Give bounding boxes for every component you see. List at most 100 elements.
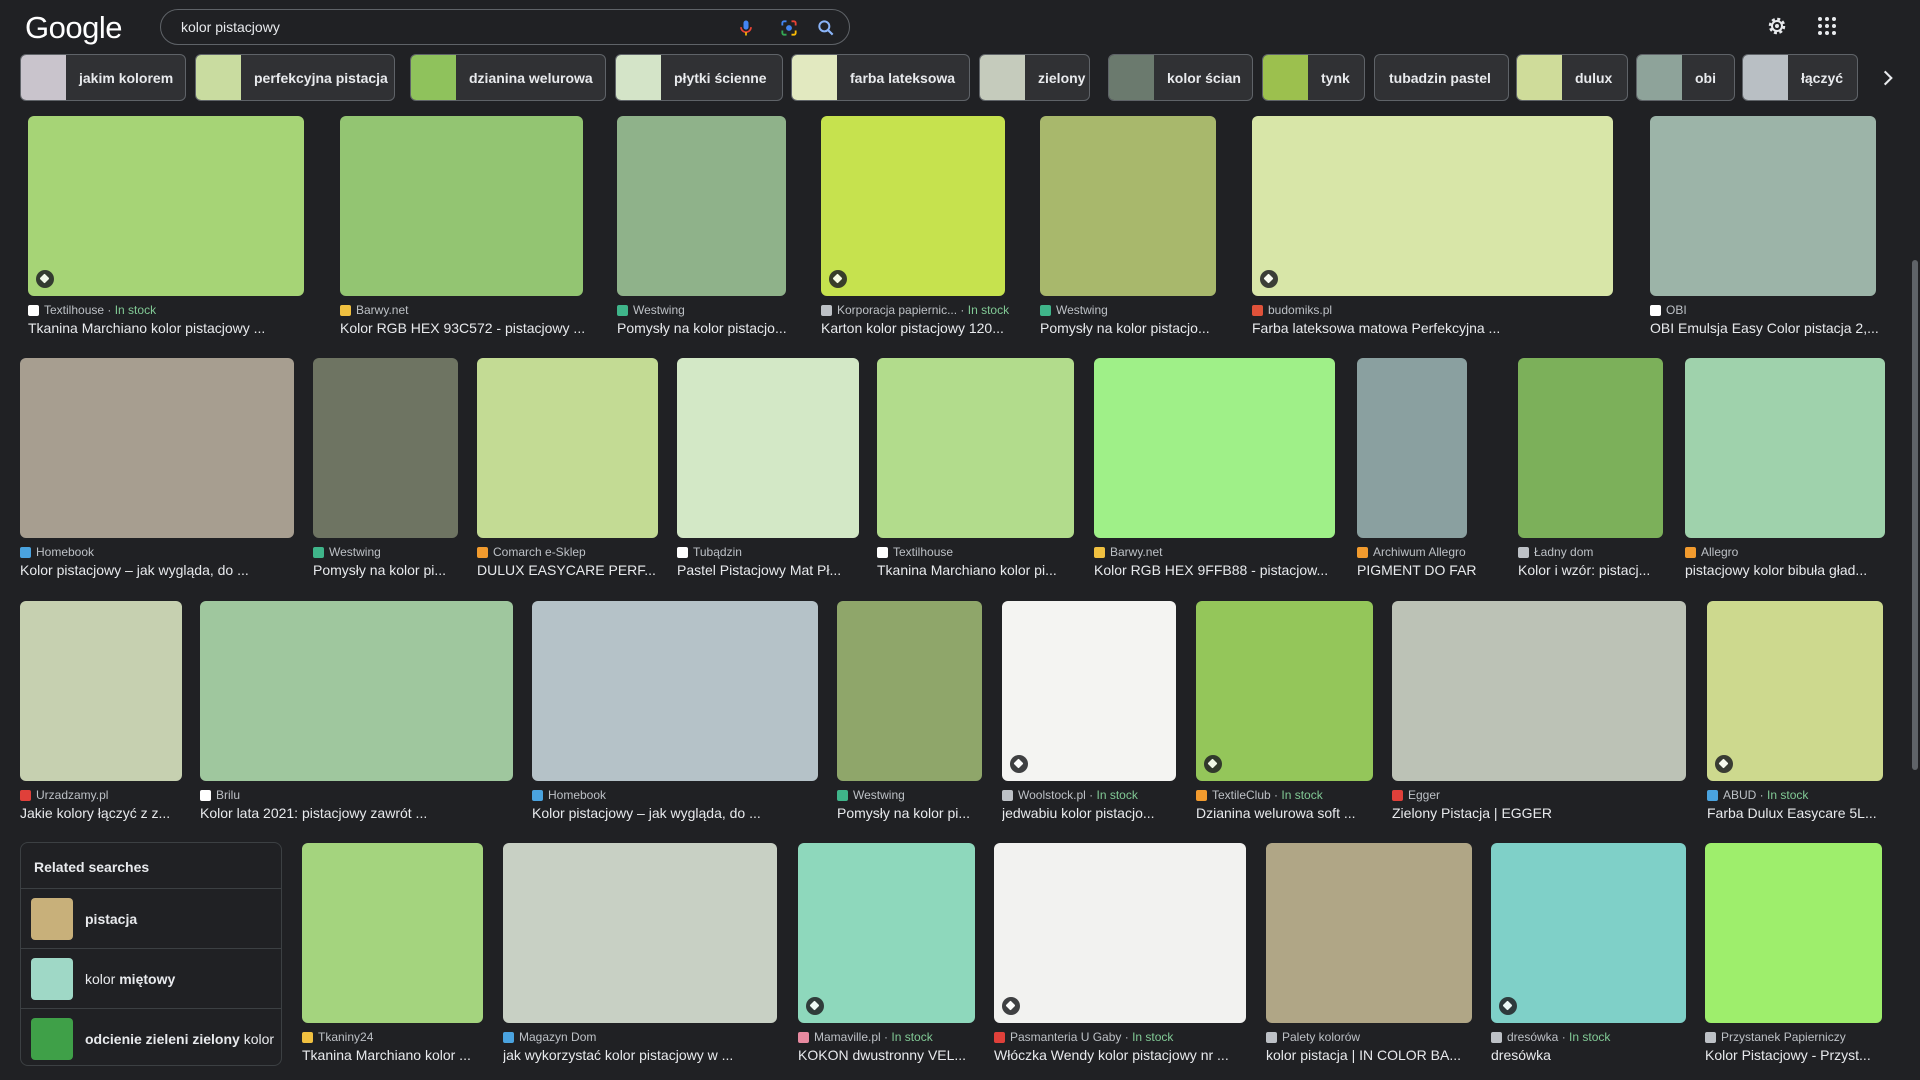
result-thumbnail[interactable] xyxy=(677,358,859,538)
search-icon[interactable] xyxy=(816,18,836,38)
chips-next-arrow-icon[interactable] xyxy=(1868,54,1908,101)
result-source[interactable]: budomiks.pl xyxy=(1252,303,1613,317)
result-thumbnail[interactable] xyxy=(1491,843,1686,1023)
result-title[interactable]: Farba Dulux Easycare 5L... xyxy=(1707,805,1893,821)
chip-jakim-kolorem[interactable]: jakim kolorem xyxy=(20,54,186,101)
related-item-pistacja[interactable]: pistacja xyxy=(21,888,281,948)
result-title[interactable]: jak wykorzystać kolor pistacjowy w ... xyxy=(503,1047,787,1063)
microphone-icon[interactable] xyxy=(736,18,756,38)
chip-perfekcyjna-pistacja[interactable]: perfekcyjna pistacja xyxy=(195,54,395,101)
result-source[interactable]: Egger xyxy=(1392,788,1686,802)
result-thumbnail[interactable] xyxy=(1650,116,1876,296)
settings-gear-icon[interactable] xyxy=(1765,14,1789,38)
result-source[interactable]: ABUD · In stock xyxy=(1707,788,1883,802)
result-title[interactable]: Kolor RGB HEX 93C572 - pistacjowy ... xyxy=(340,320,593,336)
result-thumbnail[interactable] xyxy=(1002,601,1176,781)
result-thumbnail[interactable] xyxy=(200,601,513,781)
result-source[interactable]: Barwy.net xyxy=(340,303,583,317)
result-source[interactable]: Woolstock.pl · In stock xyxy=(1002,788,1176,802)
result-source[interactable]: OBI xyxy=(1650,303,1876,317)
result-source[interactable]: Przystanek Papierniczy xyxy=(1705,1030,1882,1044)
chip-obi[interactable]: obi xyxy=(1636,54,1735,101)
result-title[interactable]: dresówka xyxy=(1491,1047,1696,1063)
result-title[interactable]: Włóczka Wendy kolor pistacjowy nr ... xyxy=(994,1047,1256,1063)
result-title[interactable]: Kolor lata 2021: pistacjowy zawrót ... xyxy=(200,805,523,821)
result-source[interactable]: Comarch e-Sklep xyxy=(477,545,658,559)
result-source[interactable]: Westwing xyxy=(1040,303,1216,317)
result-title[interactable]: Pomysły na kolor pi... xyxy=(837,805,992,821)
result-title[interactable]: Kolor i wzór: pistacj... xyxy=(1518,562,1673,578)
result-source[interactable]: Homebook xyxy=(20,545,294,559)
result-title[interactable]: Pastel Pistacjowy Mat Pł... xyxy=(677,562,869,578)
result-title[interactable]: PIGMENT DO FARB ... xyxy=(1357,562,1477,578)
chip-kolor-scian[interactable]: kolor ścian xyxy=(1108,54,1253,101)
result-title[interactable]: Kolor pistacjowy – jak wygląda, do ... xyxy=(532,805,828,821)
result-source[interactable]: Homebook xyxy=(532,788,818,802)
result-title[interactable]: Kolor pistacjowy – jak wygląda, do ... xyxy=(20,562,304,578)
result-title[interactable]: OBI Emulsja Easy Color pistacja 2,... xyxy=(1650,320,1886,336)
result-thumbnail[interactable] xyxy=(1252,116,1613,296)
result-thumbnail[interactable] xyxy=(821,116,1005,296)
result-thumbnail[interactable] xyxy=(1707,601,1883,781)
chip-zielony[interactable]: zielony xyxy=(979,54,1090,101)
result-thumbnail[interactable] xyxy=(1266,843,1472,1023)
result-source[interactable]: Urzadzamy.pl xyxy=(20,788,182,802)
result-source[interactable]: Archiwum Allegro xyxy=(1357,545,1467,559)
result-thumbnail[interactable] xyxy=(837,601,982,781)
result-thumbnail[interactable] xyxy=(1705,843,1882,1023)
result-source[interactable]: Textilhouse · In stock xyxy=(28,303,304,317)
result-title[interactable]: pistacjowy kolor bibuła gład... xyxy=(1685,562,1895,578)
result-title[interactable]: DULUX EASYCARE PERF... xyxy=(477,562,668,578)
apps-grid-icon[interactable] xyxy=(1815,14,1839,38)
related-item-kolor-mietowy[interactable]: kolor miętowy xyxy=(21,948,281,1008)
result-thumbnail[interactable] xyxy=(1392,601,1686,781)
result-source[interactable]: Allegro xyxy=(1685,545,1885,559)
result-source[interactable]: Textilhouse xyxy=(877,545,1074,559)
result-thumbnail[interactable] xyxy=(1196,601,1373,781)
chip-laczyc[interactable]: łączyć xyxy=(1742,54,1858,101)
result-title[interactable]: Pomysły na kolor pistacjo... xyxy=(1040,320,1226,336)
result-thumbnail[interactable] xyxy=(994,843,1246,1023)
result-source[interactable]: Westwing xyxy=(837,788,982,802)
google-logo[interactable]: Google xyxy=(25,10,122,46)
result-source[interactable]: Palety kolorów xyxy=(1266,1030,1472,1044)
result-source[interactable]: Brilu xyxy=(200,788,513,802)
result-source[interactable]: Magazyn Dom xyxy=(503,1030,777,1044)
result-source[interactable]: Westwing xyxy=(617,303,786,317)
result-thumbnail[interactable] xyxy=(1685,358,1885,538)
result-source[interactable]: Tubądzin xyxy=(677,545,859,559)
result-thumbnail[interactable] xyxy=(503,843,777,1023)
result-source[interactable]: Westwing xyxy=(313,545,458,559)
page-scrollbar[interactable] xyxy=(1912,260,1918,770)
result-thumbnail[interactable] xyxy=(1357,358,1467,538)
result-title[interactable]: Karton kolor pistacjowy 120... xyxy=(821,320,1015,336)
chip-farba-lateksowa[interactable]: farba lateksowa xyxy=(791,54,970,101)
result-source[interactable]: Pasmanteria U Gaby · In stock xyxy=(994,1030,1246,1044)
chip-tynk[interactable]: tynk xyxy=(1262,54,1365,101)
result-title[interactable]: jedwabiu kolor pistacjo... xyxy=(1002,805,1186,821)
result-thumbnail[interactable] xyxy=(1518,358,1663,538)
result-title[interactable]: Zielony Pistacja | EGGER xyxy=(1392,805,1696,821)
result-title[interactable]: Farba lateksowa matowa Perfekcyjna ... xyxy=(1252,320,1623,336)
result-source[interactable]: Korporacja papiernic... · In stock xyxy=(821,303,1009,317)
result-source[interactable]: Barwy.net xyxy=(1094,545,1335,559)
result-source[interactable]: TextileClub · In stock xyxy=(1196,788,1373,802)
result-thumbnail[interactable] xyxy=(20,358,294,538)
result-source[interactable]: Tkaniny24 xyxy=(302,1030,483,1044)
result-thumbnail[interactable] xyxy=(313,358,458,538)
result-thumbnail[interactable] xyxy=(1040,116,1216,296)
result-thumbnail[interactable] xyxy=(20,601,182,781)
result-thumbnail[interactable] xyxy=(877,358,1074,538)
result-thumbnail[interactable] xyxy=(28,116,304,296)
result-title[interactable]: kolor pistacja | IN COLOR BA... xyxy=(1266,1047,1482,1063)
result-title[interactable]: Dzianina welurowa soft ... xyxy=(1196,805,1383,821)
related-item-odcienie-zieleni[interactable]: odcienie zieleni zielony kolor xyxy=(21,1008,281,1068)
result-title[interactable]: Tkanina Marchiano kolor pi... xyxy=(877,562,1084,578)
search-input[interactable]: kolor pistacjowy xyxy=(181,19,280,35)
result-title[interactable]: Pomysły na kolor pistacjo... xyxy=(617,320,796,336)
lens-camera-icon[interactable] xyxy=(779,18,799,38)
result-source[interactable]: Mamaville.pl · In stock xyxy=(798,1030,975,1044)
result-thumbnail[interactable] xyxy=(477,358,658,538)
chip-dzianina-welurowa[interactable]: dzianina welurowa xyxy=(410,54,606,101)
result-title[interactable]: Kolor Pistacjowy - Przyst... xyxy=(1705,1047,1892,1063)
